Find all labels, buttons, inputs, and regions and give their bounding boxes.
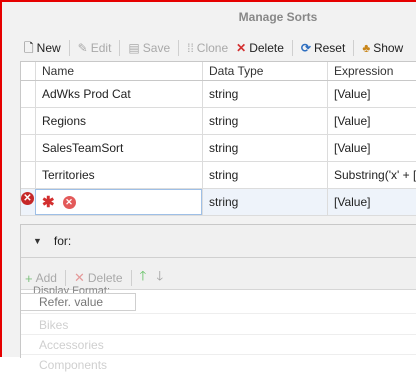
show-label: Show xyxy=(373,41,404,55)
table-row[interactable]: Regions string [Value] xyxy=(21,108,416,135)
save-button[interactable]: ▤ Save xyxy=(128,41,170,55)
toolbar-separator xyxy=(119,40,121,56)
table-row[interactable]: SalesTeamSort string [Value] xyxy=(21,135,416,162)
add-label: Add xyxy=(35,271,57,285)
row-indicator xyxy=(21,108,35,134)
new-button[interactable]: 🗋 New xyxy=(24,41,61,55)
format-panel: ▼ for: + Add ✕ Delete 🡑 🡓 Display Format… xyxy=(20,224,416,372)
new-label: New xyxy=(36,41,61,55)
data-type-cell[interactable]: string xyxy=(202,81,327,107)
edit-label: Edit xyxy=(90,41,112,55)
expression-cell[interactable]: [Value] xyxy=(327,81,416,107)
edit-icon: ✎ xyxy=(77,41,88,55)
remove-icon[interactable]: ✕ xyxy=(62,195,76,209)
divider xyxy=(21,334,416,335)
error-icon: ✕ xyxy=(21,192,34,205)
save-icon: ▤ xyxy=(128,41,140,55)
new-icon: 🗋 xyxy=(24,41,34,55)
name-cell[interactable]: Territories xyxy=(35,162,202,188)
sorts-grid: Name Data Type Expression AdWks Prod Cat… xyxy=(20,61,416,216)
delete-icon: ✕ xyxy=(236,41,247,55)
item-list: Display Format: Refer. value Bikes Acces… xyxy=(21,285,416,372)
dialog-title: Manage Sorts xyxy=(238,10,318,24)
data-type-cell[interactable]: string xyxy=(202,162,327,188)
row-indicator xyxy=(21,135,35,161)
delete-icon: ✕ xyxy=(73,270,85,285)
list-item[interactable]: Bikes xyxy=(39,318,68,332)
divider xyxy=(21,313,416,314)
for-section-header[interactable]: ▼ for: xyxy=(21,225,416,257)
name-cell-editing[interactable]: ✱ ✕ xyxy=(35,189,202,215)
expression-cell[interactable]: Substring('x' + [Valu xyxy=(327,162,416,188)
refer-value-input[interactable]: Refer. value xyxy=(21,293,136,311)
clone-label: Clone xyxy=(196,41,229,55)
clone-icon: ⁞⁞ xyxy=(187,41,194,55)
name-cell[interactable]: SalesTeamSort xyxy=(35,135,202,161)
table-row[interactable]: Territories string Substring('x' + [Valu xyxy=(21,162,416,189)
collapse-icon[interactable]: ▼ xyxy=(33,236,42,246)
column-header-data-type[interactable]: Data Type xyxy=(202,62,327,80)
toolbar-separator xyxy=(130,270,132,286)
data-type-cell[interactable]: string xyxy=(202,135,327,161)
list-item[interactable]: Accessories xyxy=(39,338,104,352)
toolbar-separator xyxy=(291,40,293,56)
table-row[interactable]: AdWks Prod Cat string [Value] xyxy=(21,81,416,108)
show-icon: ♣ xyxy=(362,41,371,55)
show-button[interactable]: ♣ Show xyxy=(362,41,403,55)
move-down-icon[interactable]: 🡓 xyxy=(156,267,163,289)
add-button[interactable]: + Add xyxy=(25,271,57,286)
edit-button[interactable]: ✎ Edit xyxy=(78,41,112,55)
toolbar-separator xyxy=(178,40,180,56)
delete-button[interactable]: ✕ Delete xyxy=(236,41,284,55)
reset-icon: ⟳ xyxy=(300,41,311,55)
toolbar-separator xyxy=(353,40,355,56)
row-indicator xyxy=(21,81,35,107)
list-item[interactable]: Components xyxy=(39,358,107,372)
name-cell[interactable]: Regions xyxy=(35,108,202,134)
delete-label: Delete xyxy=(249,41,284,55)
save-label: Save xyxy=(142,41,171,55)
reset-button[interactable]: ⟳ Reset xyxy=(301,41,345,55)
for-label: for: xyxy=(53,234,72,248)
expression-cell[interactable]: [Value] xyxy=(327,135,416,161)
column-header-name[interactable]: Name xyxy=(35,62,202,80)
add-icon: + xyxy=(25,270,33,286)
item-delete-button[interactable]: ✕ Delete xyxy=(74,270,123,286)
required-icon: ✱ xyxy=(42,194,55,211)
reset-label: Reset xyxy=(313,41,346,55)
column-header-expression[interactable]: Expression xyxy=(327,62,416,80)
divider xyxy=(21,354,416,355)
toolbar: 🗋 New ✎ Edit ▤ Save ⁞⁞ Clone ✕ Delete ⟳ … xyxy=(24,38,411,58)
new-row[interactable]: ✱ ✕ string [Value] xyxy=(21,189,416,216)
move-up-icon[interactable]: 🡑 xyxy=(140,267,147,289)
divider xyxy=(21,257,416,258)
name-cell[interactable]: AdWks Prod Cat xyxy=(35,81,202,107)
row-indicator xyxy=(21,162,35,188)
clone-button[interactable]: ⁞⁞ Clone xyxy=(187,41,228,55)
expression-cell[interactable]: [Value] xyxy=(327,108,416,134)
toolbar-separator xyxy=(68,40,70,56)
grid-header: Name Data Type Expression xyxy=(21,62,416,81)
row-indicator-header xyxy=(21,62,35,80)
data-type-cell[interactable]: string xyxy=(202,108,327,134)
item-delete-label: Delete xyxy=(87,271,123,285)
expression-cell[interactable]: [Value] xyxy=(327,189,416,215)
data-type-cell[interactable]: string xyxy=(202,189,327,215)
toolbar-separator xyxy=(64,270,66,286)
